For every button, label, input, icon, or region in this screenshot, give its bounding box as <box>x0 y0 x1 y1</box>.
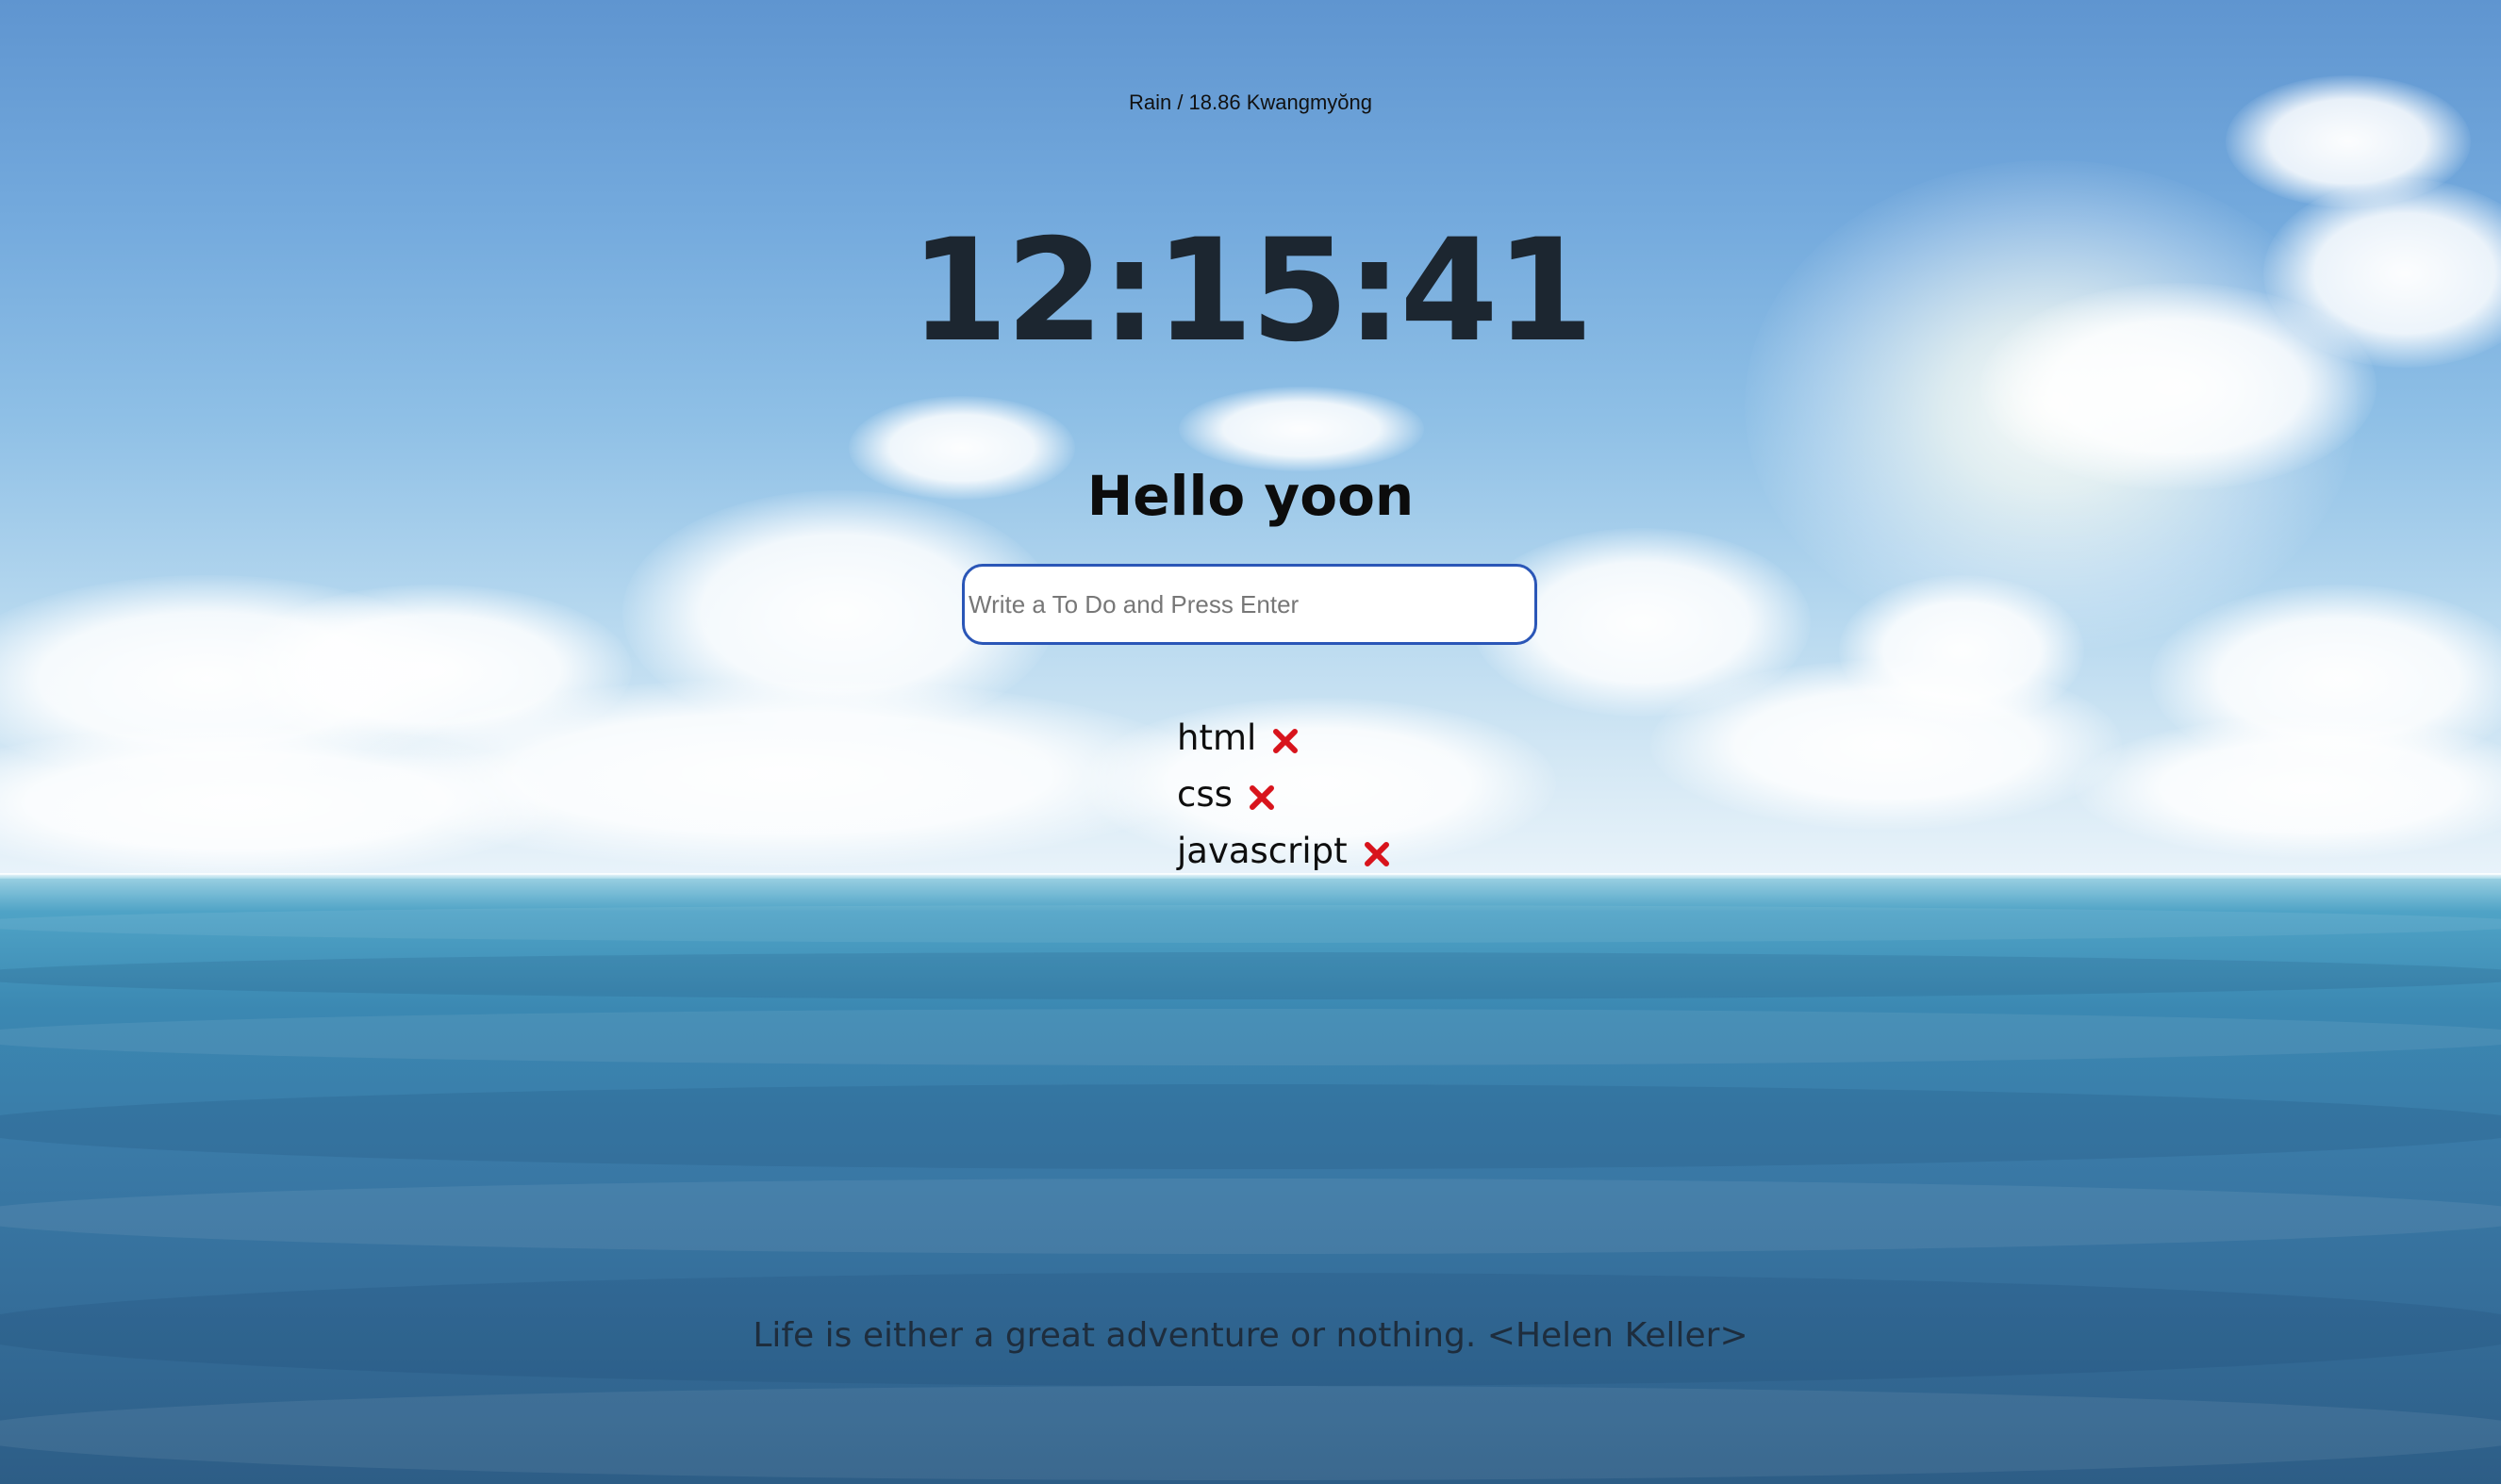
delete-todo-button[interactable] <box>1269 725 1301 757</box>
todo-text: css <box>1177 773 1233 815</box>
delete-todo-button[interactable] <box>1246 782 1278 814</box>
wave <box>0 952 2501 999</box>
todo-list: html css javascript <box>1177 709 1393 879</box>
red-x-icon <box>1249 785 1274 810</box>
delete-todo-button[interactable] <box>1361 838 1393 870</box>
cloud <box>1179 387 1424 471</box>
wave <box>0 1179 2501 1254</box>
quote: Life is either a great adventure or noth… <box>753 1316 1748 1355</box>
cloud <box>1839 575 2084 726</box>
todo-text: javascript <box>1177 830 1348 871</box>
todo-item: html <box>1177 709 1393 766</box>
red-x-icon <box>1364 842 1389 866</box>
wave <box>0 1386 2501 1480</box>
wave <box>0 1084 2501 1169</box>
todo-input[interactable] <box>962 564 1537 645</box>
wave <box>0 1009 2501 1065</box>
red-x-icon <box>1273 729 1299 753</box>
clock: 12:15:41 <box>909 209 1594 373</box>
todo-item: css <box>1177 766 1393 822</box>
weather-info: Rain / 18.86 Kwangmyŏng <box>1128 91 1373 114</box>
todo-item: javascript <box>1177 822 1393 879</box>
wave <box>0 905 2501 943</box>
todo-text: html <box>1177 717 1257 758</box>
greeting: Hello yoon <box>1086 464 1415 528</box>
